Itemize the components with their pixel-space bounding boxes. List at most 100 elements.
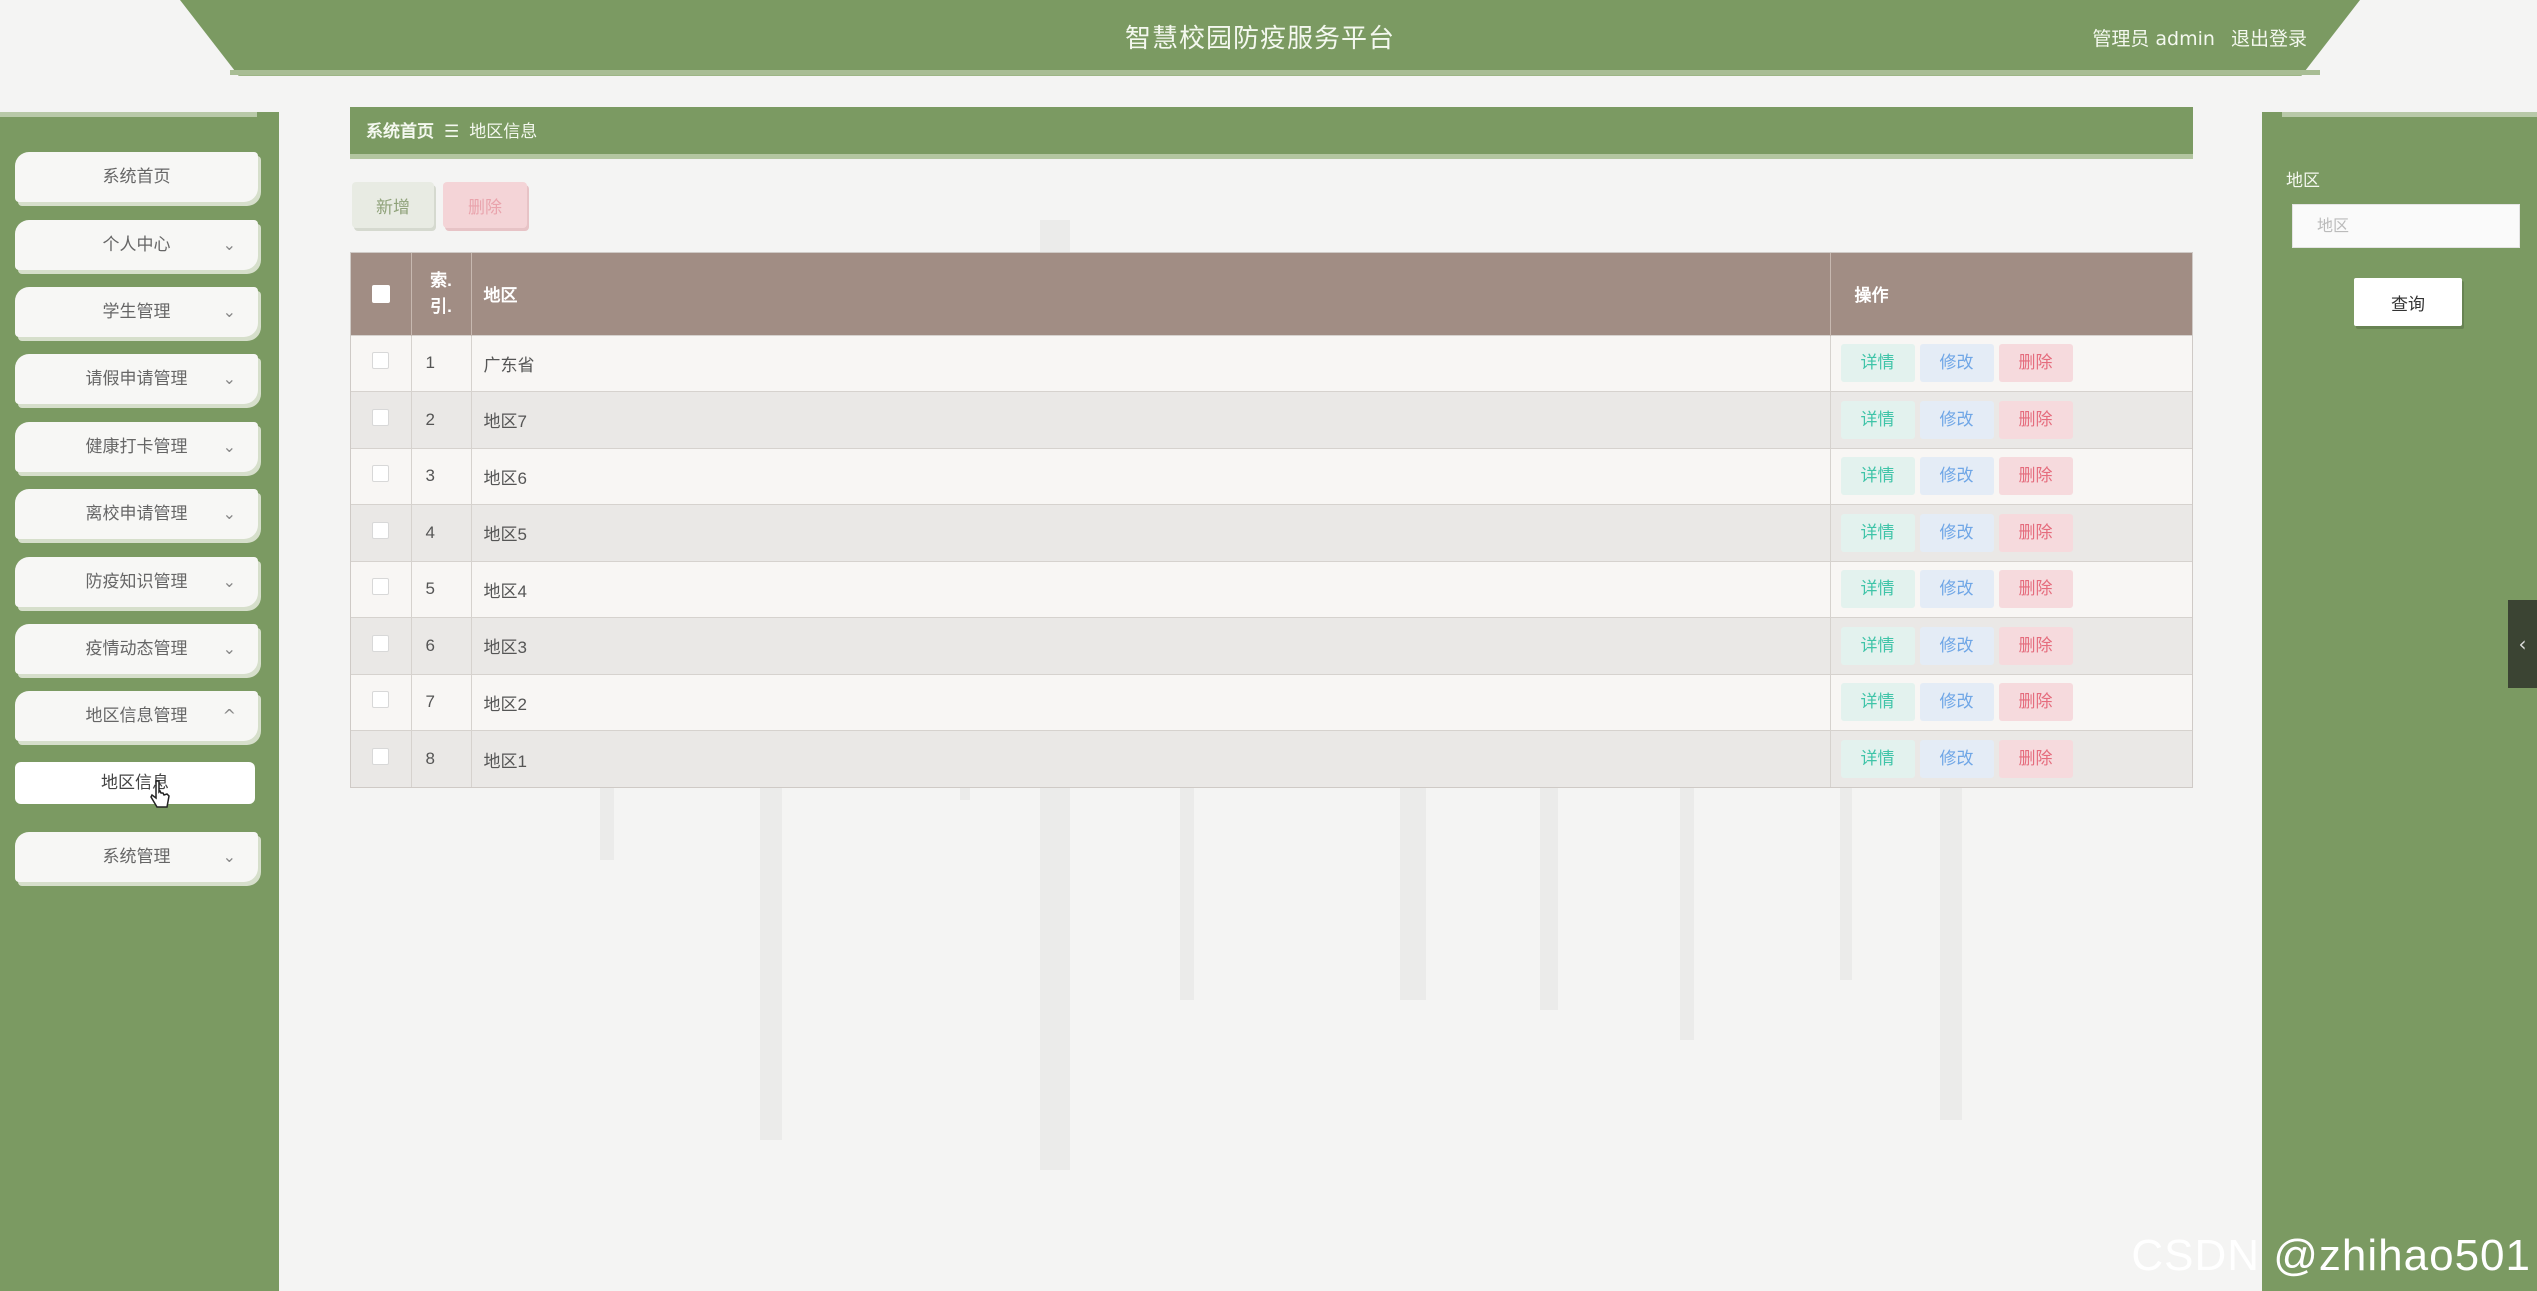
table-row: 4 地区5 详情 修改 删除 (351, 504, 2192, 561)
row-ops: 详情 修改 删除 (1830, 560, 2192, 618)
row-region: 地区5 (471, 504, 1831, 561)
table-header-row: 索. 引. 地区 操作 (351, 253, 2192, 335)
chevron-down-icon: ⌄ (222, 302, 236, 321)
row-ops: 详情 修改 删除 (1830, 334, 2192, 392)
sidebar-item-student-management[interactable]: 学生管理 ⌄ (15, 287, 258, 337)
delete-button[interactable]: 删除 (1998, 683, 2073, 722)
row-checkbox[interactable] (372, 465, 390, 483)
row-region: 地区7 (471, 391, 1831, 448)
row-checkbox[interactable] (372, 578, 390, 596)
header-underline (230, 70, 2320, 75)
chevron-down-icon: ⌄ (222, 847, 236, 866)
site-title: 智慧校园防疫服务平台 (1124, 24, 1395, 54)
row-index: 2 (411, 391, 472, 448)
row-checkbox[interactable] (372, 521, 390, 539)
detail-button[interactable]: 详情 (1840, 513, 1915, 552)
region-table: 索. 引. 地区 操作 1 广东省 详情 修改 删除 2 地区7 详情 修改 删除 3 地… (350, 252, 2193, 788)
header-select-all[interactable] (351, 253, 412, 335)
row-ops: 详情 修改 删除 (1830, 617, 2192, 674)
table-row: 7 地区2 详情 修改 删除 (351, 673, 2192, 731)
detail-button[interactable]: 详情 (1840, 570, 1915, 609)
edit-button[interactable]: 修改 (1919, 740, 1994, 778)
header-index: 索. 引. (411, 253, 472, 335)
sidebar-item-label: 地区信息管理 (85, 706, 188, 726)
sidebar-item-label: 离校申请管理 (85, 504, 188, 524)
row-ops: 详情 修改 删除 (1830, 673, 2192, 731)
collapse-handle-icon[interactable]: ‹ (2508, 600, 2537, 688)
edit-button[interactable]: 修改 (1919, 683, 1994, 722)
detail-button[interactable]: 详情 (1840, 457, 1915, 496)
row-checkbox[interactable] (372, 408, 390, 426)
detail-button[interactable]: 详情 (1840, 740, 1915, 778)
table-row: 3 地区6 详情 修改 删除 (351, 447, 2192, 505)
sidebar-item-system-management[interactable]: 系统管理 ⌄ (15, 832, 258, 882)
sidebar-item-leave-school[interactable]: 离校申请管理 ⌄ (15, 489, 258, 539)
batch-delete-button[interactable]: 删除 (443, 182, 527, 228)
detail-button[interactable]: 详情 (1840, 626, 1915, 665)
sidebar-item-label: 请假申请管理 (85, 369, 188, 389)
sidebar-topline (0, 112, 257, 117)
row-index: 6 (411, 617, 472, 674)
watermark: CSDN @zhihao501 (2131, 1231, 2531, 1280)
chevron-down-icon: ⌄ (222, 369, 236, 388)
add-button[interactable]: 新增 (352, 182, 434, 228)
sidebar-item-leave-application[interactable]: 请假申请管理 ⌄ (15, 354, 258, 404)
edit-button[interactable]: 修改 (1919, 626, 1994, 665)
chevron-down-icon: ⌄ (222, 437, 236, 456)
row-checkbox[interactable] (372, 691, 390, 709)
delete-button[interactable]: 删除 (1998, 513, 2073, 552)
search-button[interactable]: 查询 (2354, 278, 2462, 326)
sidebar-item-personal-center[interactable]: 个人中心 ⌄ (15, 220, 258, 270)
row-ops: 详情 修改 删除 (1830, 391, 2192, 448)
delete-button[interactable]: 删除 (1998, 626, 2073, 665)
delete-button[interactable]: 删除 (1998, 400, 2073, 439)
edit-button[interactable]: 修改 (1919, 513, 1994, 552)
chevron-down-icon: ⌄ (222, 235, 236, 254)
sidebar-item-region-management[interactable]: 地区信息管理 ^ (15, 691, 258, 741)
sidebar-item-epidemic-news[interactable]: 疫情动态管理 ⌄ (15, 624, 258, 674)
edit-button[interactable]: 修改 (1919, 400, 1994, 439)
detail-button[interactable]: 详情 (1840, 683, 1915, 722)
breadcrumb-home[interactable]: 系统首页 (366, 122, 434, 142)
row-ops: 详情 修改 删除 (1830, 447, 2192, 505)
row-checkbox[interactable] (372, 748, 390, 765)
delete-button[interactable]: 删除 (1998, 344, 2073, 383)
chevron-up-icon: ^ (222, 706, 236, 725)
row-index: 1 (411, 334, 472, 392)
header-region: 地区 (471, 253, 1831, 335)
sidebar-item-home[interactable]: 系统首页 (15, 152, 258, 202)
row-index: 3 (411, 447, 472, 505)
edit-button[interactable]: 修改 (1919, 570, 1994, 609)
sidebar-cap (0, 112, 279, 152)
breadcrumb: 系统首页 ☰ 地区信息 (350, 107, 2193, 159)
table-row: 5 地区4 详情 修改 删除 (351, 560, 2192, 618)
search-region-input[interactable]: 地区 (2292, 204, 2520, 248)
search-region-label: 地区 (2286, 171, 2320, 191)
row-region: 地区2 (471, 673, 1831, 731)
row-index: 8 (411, 730, 472, 787)
sidebar-item-label: 防疫知识管理 (85, 572, 188, 592)
sidebar-item-health-checkin[interactable]: 健康打卡管理 ⌄ (15, 422, 258, 472)
edit-button[interactable]: 修改 (1919, 457, 1994, 496)
detail-button[interactable]: 详情 (1840, 400, 1915, 439)
chevron-down-icon: ⌄ (222, 504, 236, 523)
row-ops: 详情 修改 删除 (1830, 730, 2192, 787)
row-checkbox[interactable] (372, 352, 390, 370)
sidebar-item-prevention-knowledge[interactable]: 防疫知识管理 ⌄ (15, 557, 258, 607)
search-panel-topline (2282, 112, 2537, 117)
sidebar-item-label: 系统首页 (102, 167, 171, 187)
delete-button[interactable]: 删除 (1998, 740, 2073, 778)
logout-link[interactable]: 退出登录 (2231, 28, 2307, 50)
edit-button[interactable]: 修改 (1919, 344, 1994, 383)
row-region: 地区6 (471, 447, 1831, 505)
table-row: 1 广东省 详情 修改 删除 (351, 334, 2192, 392)
select-all-checkbox[interactable] (371, 285, 390, 304)
delete-button[interactable]: 删除 (1998, 457, 2073, 496)
row-checkbox[interactable] (372, 634, 390, 652)
table-row: 8 地区1 详情 修改 删除 (351, 730, 2192, 787)
detail-button[interactable]: 详情 (1840, 344, 1915, 383)
sidebar-subitem-region-info[interactable]: 地区信息 (15, 762, 255, 804)
delete-button[interactable]: 删除 (1998, 570, 2073, 609)
sidebar-item-label: 个人中心 (102, 235, 171, 255)
user-role: 管理员 (2092, 28, 2150, 50)
